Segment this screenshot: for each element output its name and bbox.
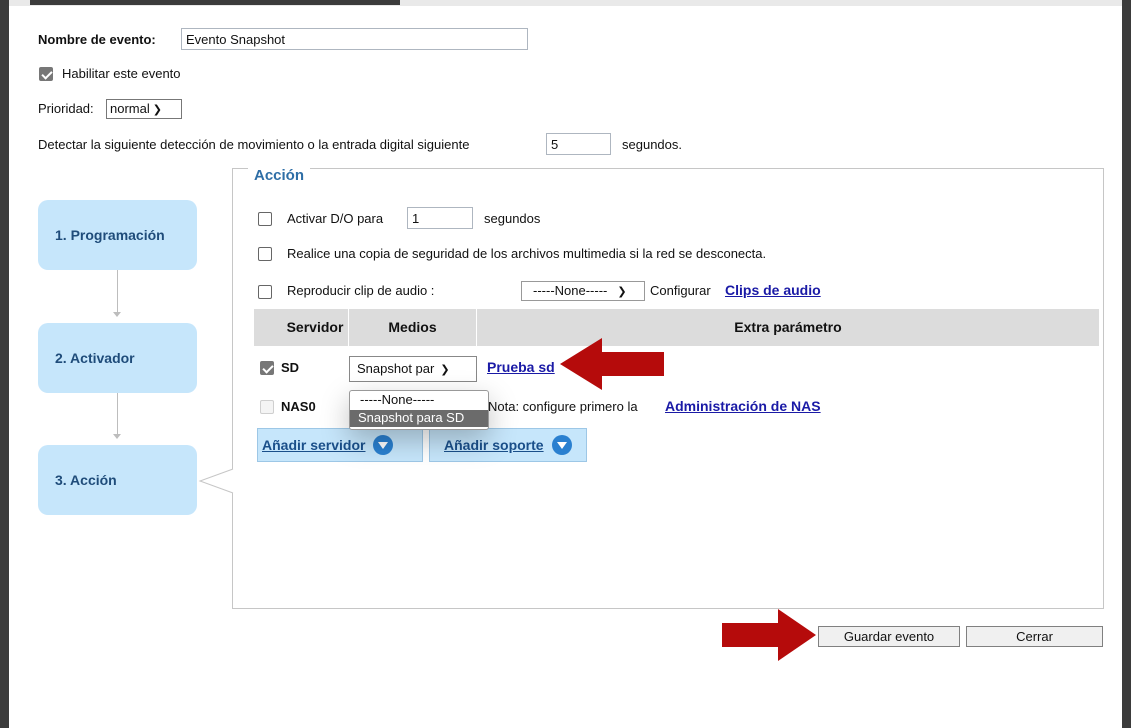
activate-do-label: Activar D/O para xyxy=(287,211,384,226)
step-connector xyxy=(117,393,118,434)
window-title-strip xyxy=(30,0,400,5)
connector-arrow-icon xyxy=(113,312,121,317)
step-label: 2. Activador xyxy=(55,350,135,366)
nas-admin-link[interactable]: Administración de NAS xyxy=(665,398,821,414)
dropdown-option[interactable]: -----None----- xyxy=(350,392,488,409)
header-medios: Medios xyxy=(388,319,437,335)
header-servidor: Servidor xyxy=(286,319,344,335)
audio-clip-label: Reproducir clip de audio : xyxy=(287,283,435,298)
server-sd-label: SD xyxy=(281,360,300,375)
event-name-input[interactable] xyxy=(181,28,528,50)
step-accion[interactable]: 3. Acción xyxy=(38,445,197,515)
step-connector xyxy=(117,270,118,312)
server-table-header: Servidor Medios Extra parámetro xyxy=(254,309,1099,346)
connector-arrow-icon xyxy=(113,434,121,439)
add-media-button[interactable]: Añadir soporte xyxy=(429,428,587,462)
enable-event-label: Habilitar este evento xyxy=(62,66,181,81)
test-sd-link[interactable]: Prueba sd xyxy=(487,359,555,375)
audio-clip-checkbox[interactable] xyxy=(258,285,272,299)
action-panel xyxy=(232,168,1104,609)
priority-label: Prioridad: xyxy=(38,101,94,116)
step-label: 3. Acción xyxy=(55,472,117,488)
annotation-arrow-icon xyxy=(560,338,664,390)
close-button[interactable]: Cerrar xyxy=(966,626,1103,647)
server-nas0-label: NAS0 xyxy=(281,399,316,414)
detect-seconds-input[interactable] xyxy=(546,133,611,155)
backup-label: Realice una copia de seguridad de los ar… xyxy=(287,246,767,261)
window-frame-left xyxy=(0,0,9,728)
event-name-label: Nombre de evento: xyxy=(38,32,156,47)
media-dropdown-list: -----None----- Snapshot para SD xyxy=(349,390,489,430)
chevron-down-icon: ❯ xyxy=(440,364,450,376)
detect-unit-label: segundos. xyxy=(622,137,682,152)
backup-checkbox[interactable] xyxy=(258,247,272,261)
chevron-down-circle-icon xyxy=(551,435,572,455)
dropdown-option-selected[interactable]: Snapshot para SD xyxy=(350,410,488,427)
annotation-arrow-icon xyxy=(722,609,816,661)
step-activador[interactable]: 2. Activador xyxy=(38,323,197,393)
save-event-button[interactable]: Guardar evento xyxy=(818,626,960,647)
audio-clip-select[interactable]: -----None----- ❯ xyxy=(521,281,645,301)
chevron-down-icon: ❯ xyxy=(617,286,627,298)
step-label: 1. Programación xyxy=(55,227,165,243)
chevron-down-icon: ❯ xyxy=(152,104,162,116)
audio-clips-link[interactable]: Clips de audio xyxy=(725,282,821,298)
step-pointer xyxy=(198,468,234,494)
priority-select[interactable]: normal ❯ xyxy=(106,99,182,119)
add-server-label: Añadir servidor xyxy=(262,437,366,453)
do-seconds-input[interactable] xyxy=(407,207,473,229)
activate-do-checkbox[interactable] xyxy=(258,212,272,226)
action-legend: Acción xyxy=(248,167,311,184)
detect-label: Detectar la siguiente detección de movim… xyxy=(38,137,470,152)
audio-clip-value: -----None----- xyxy=(533,283,608,298)
enable-event-checkbox[interactable] xyxy=(39,67,53,81)
server-sd-checkbox[interactable] xyxy=(260,361,274,375)
server-nas0-checkbox[interactable] xyxy=(260,400,274,414)
priority-value: normal xyxy=(110,101,150,116)
add-server-button[interactable]: Añadir servidor xyxy=(257,428,423,462)
audio-config-label: Configurar xyxy=(650,283,711,298)
step-programacion[interactable]: 1. Programación xyxy=(38,200,197,270)
add-media-label: Añadir soporte xyxy=(444,437,544,453)
do-unit-label: segundos xyxy=(484,211,541,226)
sd-media-select[interactable]: Snapshot par ❯ xyxy=(349,356,477,382)
window-frame-right xyxy=(1122,0,1131,728)
chevron-down-circle-icon xyxy=(373,435,394,455)
nas-note: Nota: configure primero la xyxy=(488,399,638,414)
sd-media-value: Snapshot par xyxy=(357,361,435,376)
